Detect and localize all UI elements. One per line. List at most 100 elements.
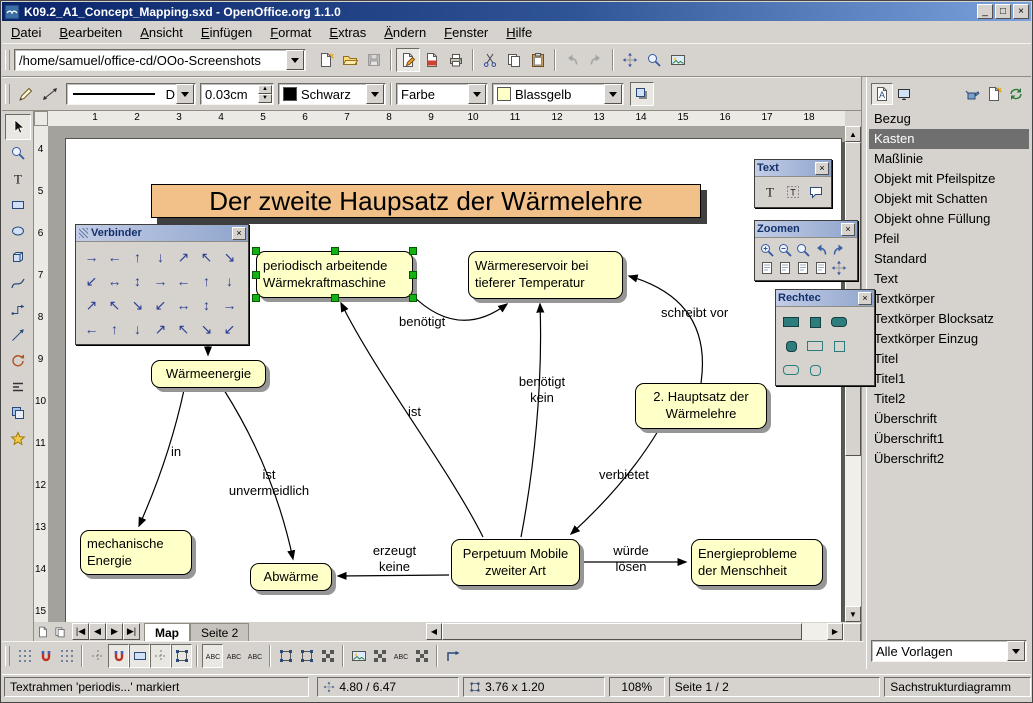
snap-to-grid-button[interactable]	[35, 644, 56, 668]
style-list-item[interactable]: Überschrift	[869, 409, 1029, 429]
fill-type-dropdown-button[interactable]	[468, 84, 486, 104]
helplines-visible-button[interactable]	[87, 644, 108, 668]
style-list-item[interactable]: Titel	[869, 349, 1029, 369]
large-handles-button[interactable]	[296, 644, 317, 668]
filled-rectangle-icon[interactable]	[779, 310, 803, 334]
connector-type-icon[interactable]: ↙	[80, 269, 103, 293]
save-document-button[interactable]	[362, 48, 386, 72]
outline-rounded-square-icon[interactable]	[803, 358, 827, 382]
style-list-item[interactable]: Überschrift1	[869, 429, 1029, 449]
style-list-item[interactable]: Überschrift2	[869, 449, 1029, 469]
simple-handles-button[interactable]	[275, 644, 296, 668]
line-style-dropdown-button[interactable]	[176, 84, 194, 104]
tab-nav-button[interactable]: ▶	[106, 623, 123, 640]
curve-tool-button[interactable]	[5, 270, 31, 296]
menu-item[interactable]: Format	[261, 22, 320, 43]
maximize-button[interactable]: □	[995, 4, 1011, 19]
modify-with-attributes-button[interactable]	[317, 644, 338, 668]
url-value[interactable]: /home/samuel/office-cd/OOo-Screenshots	[15, 53, 285, 68]
rotate-tool-button[interactable]	[5, 348, 31, 374]
zoom-next-icon[interactable]	[830, 241, 848, 259]
fill-type-combobox[interactable]: Farbe	[396, 83, 488, 105]
menu-item[interactable]: Bearbeiten	[50, 22, 131, 43]
graphic-styles-button[interactable]	[871, 83, 893, 105]
tab-nav-button[interactable]: |◀	[72, 623, 89, 640]
ellipse-tool-button[interactable]	[5, 218, 31, 244]
selection-handle[interactable]	[409, 294, 417, 302]
line-color-value[interactable]: Schwarz	[297, 87, 365, 102]
connector-type-icon[interactable]: ←	[103, 245, 126, 269]
snap-to-border-button[interactable]	[150, 644, 171, 668]
cut-button[interactable]	[478, 48, 502, 72]
text-palette[interactable]: Text ×	[754, 159, 832, 208]
edge-label[interactable]: ist unvermeidlich	[225, 467, 313, 500]
connector-type-icon[interactable]: ↖	[172, 317, 195, 341]
snap-to-helplines-button[interactable]	[108, 644, 129, 668]
copy-button[interactable]	[502, 48, 526, 72]
connector-type-icon[interactable]: ↙	[218, 317, 241, 341]
concept-node[interactable]: Energieprobleme der Menschheit	[691, 539, 823, 586]
style-list-item[interactable]: Textkörper	[869, 289, 1029, 309]
horizontal-scroll-thumb[interactable]	[442, 623, 802, 640]
paste-button[interactable]	[526, 48, 550, 72]
edge-label[interactable]: ist	[408, 404, 421, 420]
outline-rectangle-icon[interactable]	[803, 334, 827, 358]
snap-to-points-button[interactable]	[171, 644, 192, 668]
style-list-item[interactable]: Objekt mit Pfeilspitze	[869, 169, 1029, 189]
connector-type-icon[interactable]: ↓	[126, 317, 149, 341]
style-list-item[interactable]: Textkörper Einzug	[869, 329, 1029, 349]
page-mode-icon[interactable]	[34, 623, 51, 640]
text-tool-icon[interactable]	[758, 180, 781, 204]
connector-type-icon[interactable]: ←	[172, 269, 195, 293]
vertical-ruler[interactable]: 456789101112131415	[34, 126, 49, 622]
exit-all-groups-button[interactable]	[442, 644, 463, 668]
close-icon[interactable]: ×	[815, 162, 829, 175]
layer-mode-icon[interactable]	[51, 623, 68, 640]
scroll-left-button[interactable]: ◀	[426, 623, 442, 640]
new-document-button[interactable]	[314, 48, 338, 72]
connector-type-icon[interactable]: →	[218, 293, 241, 317]
edit-file-button[interactable]	[396, 48, 420, 72]
scroll-up-button[interactable]: ▲	[845, 126, 861, 142]
style-list-item[interactable]: Maßlinie	[869, 149, 1029, 169]
title-bar[interactable]: K09.2_A1_Concept_Mapping.sxd - OpenOffic…	[2, 2, 1031, 21]
connector-type-icon[interactable]: ↘	[195, 317, 218, 341]
selection-handle[interactable]	[331, 294, 339, 302]
zoom-previous-icon[interactable]	[812, 241, 830, 259]
horizontal-ruler[interactable]: 123456789101112131415161718	[48, 111, 845, 127]
menu-item[interactable]: Einfügen	[192, 22, 261, 43]
open-document-button[interactable]	[338, 48, 362, 72]
fill-format-mode-button[interactable]	[961, 83, 983, 105]
menu-item[interactable]: Fenster	[435, 22, 497, 43]
line-width-spinner[interactable]: ▲▼	[258, 85, 272, 103]
style-filter-value[interactable]: Alle Vorlagen	[872, 644, 1006, 659]
edge-label[interactable]: benötigt kein	[513, 374, 571, 407]
print-button[interactable]	[444, 48, 468, 72]
select-text-area-button[interactable]	[223, 644, 244, 668]
menu-item[interactable]: Ändern	[375, 22, 435, 43]
double-click-edit-button[interactable]	[244, 644, 265, 668]
style-filter-dropdown-button[interactable]	[1007, 641, 1025, 661]
edge-label[interactable]: in	[171, 444, 181, 460]
rectangle-tool-button[interactable]	[5, 192, 31, 218]
rectangles-palette[interactable]: Rechtec ×	[775, 289, 875, 386]
scroll-down-button[interactable]: ▼	[845, 606, 861, 622]
lines-arrows-tool-button[interactable]	[5, 322, 31, 348]
select-tool-button[interactable]	[5, 114, 31, 140]
connector-type-icon[interactable]: ↘	[126, 293, 149, 317]
edge-label[interactable]: erzeugt keine	[367, 543, 422, 576]
zoom-page-icon[interactable]	[758, 259, 776, 277]
connector-type-icon[interactable]: ↔	[103, 269, 126, 293]
presentation-styles-button[interactable]	[893, 83, 915, 105]
selection-handle[interactable]	[409, 271, 417, 279]
connector-type-icon[interactable]: →	[80, 245, 103, 269]
connector-type-icon[interactable]: ↑	[126, 245, 149, 269]
line-style-combobox[interactable]: D	[66, 83, 196, 105]
menu-item[interactable]: Extras	[320, 22, 375, 43]
style-filter-combobox[interactable]: Alle Vorlagen	[871, 640, 1027, 662]
style-list-item[interactable]: Kasten	[869, 129, 1029, 149]
line-width-field[interactable]: 0.03cm ▲▼	[200, 83, 274, 105]
line-width-value[interactable]: 0.03cm	[201, 87, 257, 102]
menu-item[interactable]: Hilfe	[497, 22, 541, 43]
grid-visible-button[interactable]	[14, 644, 35, 668]
